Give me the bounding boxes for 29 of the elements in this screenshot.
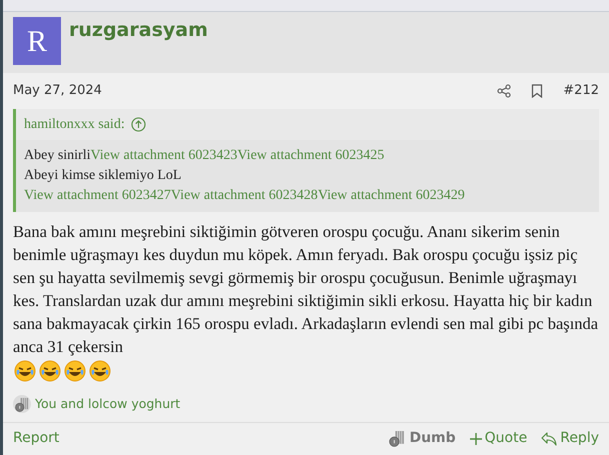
laughing-smiley-icon — [89, 360, 111, 382]
medal-icon — [389, 430, 406, 447]
laughing-smiley-icon — [64, 360, 86, 382]
attachment-link[interactable]: View attachment 6023423 — [90, 146, 238, 166]
avatar[interactable]: R — [13, 17, 61, 65]
reactions-link[interactable]: You and lolcow yoghurt — [35, 394, 180, 414]
up-arrow-circle-icon[interactable] — [130, 117, 146, 132]
attachment-link[interactable]: View attachment 6023427 — [24, 186, 171, 206]
laughing-smiley-icon — [39, 360, 61, 382]
quote-text: Abeyi kimse siklemiyo LoL — [24, 167, 182, 185]
post-text: Bana bak amını meşrebini siktiğimin götveren orospu çocuğu. Ananı sikerim senin benimle uğraşmayı kes duydun mu köpek. Amın feryadı. Bak orospu çocuğu işsiz piç sen şu hayatta sevilmemiş sevgi görmemiş bir orospu çocuğusun. Benimle uğraşmayı kes. Translardan uzak dur amını meşrebini siktiğimin sikli erkosu. Hayatta hiç bir kadın sana bakmayacak çirkin 165 orospu evladı. Arkadaşların evlendi sen mal gibi pc başında anca 31 çekersin — [13, 221, 599, 358]
reply-action-link[interactable]: Reply — [541, 428, 599, 449]
attachment-link[interactable]: View attachment 6023428 — [170, 186, 318, 206]
report-link[interactable]: Report — [13, 428, 60, 449]
dumb-action-link[interactable]: Dumb — [389, 428, 456, 449]
quote-text: Abey sinirli — [24, 147, 90, 165]
plus-icon — [470, 432, 482, 444]
share-icon[interactable] — [497, 84, 512, 98]
attachment-link[interactable]: View attachment 6023425 — [237, 146, 384, 166]
reply-arrow-icon — [541, 432, 558, 446]
medal-icon — [14, 396, 30, 412]
username-link[interactable]: ruzgarasyam — [69, 17, 208, 73]
attachment-link[interactable]: View attachment 6023429 — [318, 186, 465, 206]
post-number-link[interactable]: #212 — [563, 81, 599, 101]
laughing-smiley-icon — [14, 360, 36, 382]
quote-action-link[interactable]: Quote — [470, 428, 528, 449]
bookmark-icon[interactable] — [531, 84, 544, 98]
quote-author-link[interactable]: hamiltonxxx said: — [24, 114, 125, 135]
post-date[interactable]: May 27, 2024 — [13, 81, 102, 101]
